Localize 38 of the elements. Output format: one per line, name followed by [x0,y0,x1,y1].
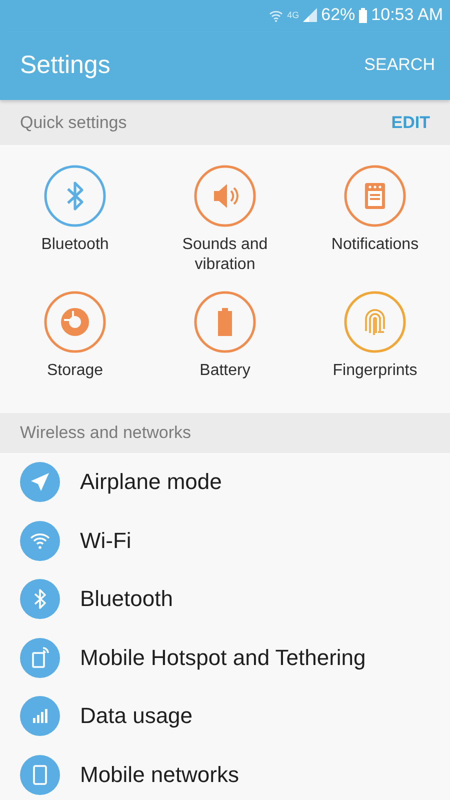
quick-setting-tile[interactable]: Storage [0,291,150,417]
battery-percent: 62% [321,5,356,25]
quick-setting-label: Fingerprints [332,361,418,381]
quick-setting-label: Notifications [330,235,420,255]
bluetooth-icon [20,579,60,620]
quick-setting-label: Storage [46,361,104,381]
settings-item[interactable]: Bluetooth [0,570,450,628]
wifi-icon [269,8,284,22]
quick-setting-tile[interactable]: Sounds and vibration [150,165,300,291]
quick-setting-tile[interactable]: Battery [150,291,300,417]
quick-setting-tile[interactable]: Notifications [300,165,450,291]
quick-setting-tile[interactable]: Fingerprints [300,291,450,417]
section-title: Quick settings [20,112,127,132]
settings-item-label: Mobile networks [80,762,239,788]
settings-item[interactable]: Mobile Hotspot and Tethering [0,628,450,687]
settings-item-label: Data usage [80,703,193,730]
signal-icon [303,8,318,22]
phone-icon [20,754,60,795]
settings-item[interactable]: Airplane mode [0,453,450,512]
quick-setting-label: Battery [198,361,252,381]
quick-setting-label: Sounds and vibration [181,235,269,275]
settings-item-label: Airplane mode [80,469,222,496]
settings-item[interactable]: Mobile networks [0,746,450,800]
section-title: Wireless and networks [20,423,192,443]
settings-item-label: Mobile Hotspot and Tethering [80,644,366,671]
hotspot-icon [20,638,60,678]
network-label: 4G [287,10,300,20]
quick-setting-tile[interactable]: Bluetooth [0,165,150,291]
quick-setting-label: Bluetooth [40,235,110,255]
screen-title: Settings [20,50,110,80]
bar-chart-icon [20,696,60,736]
settings-item-label: Wi-Fi [80,528,132,554]
settings-item[interactable]: Data usage [0,687,450,746]
clock: 10:53 AM [371,5,443,25]
settings-item[interactable]: Wi-Fi [0,512,450,570]
settings-item-label: Bluetooth [80,586,173,612]
wifi-icon [20,520,60,561]
battery-icon [359,8,368,22]
